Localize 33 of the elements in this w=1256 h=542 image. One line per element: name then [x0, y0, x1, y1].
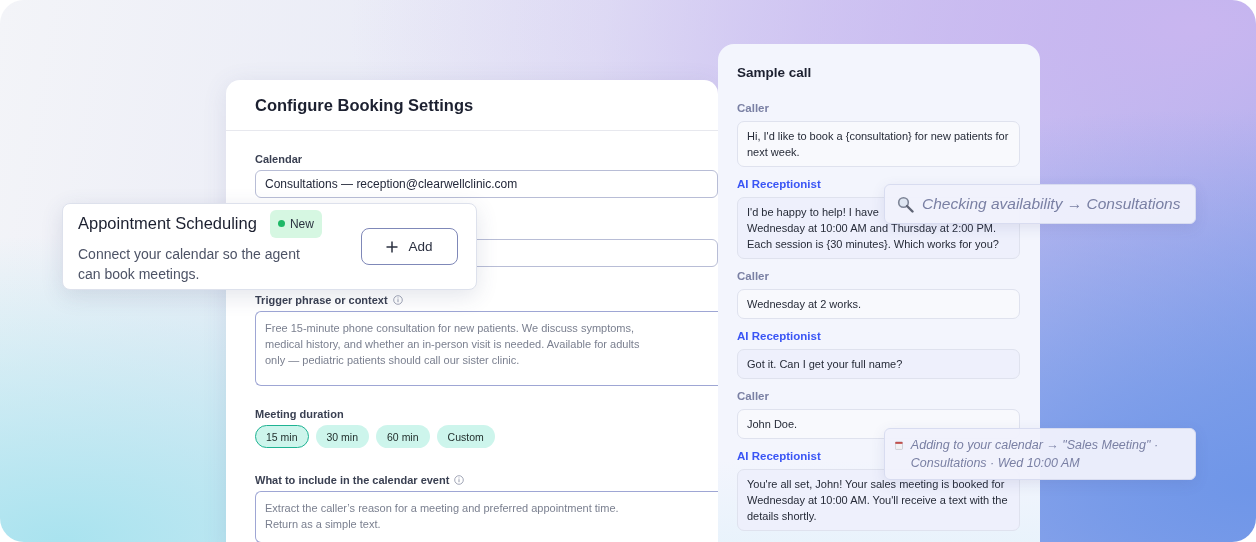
event-details-field[interactable]: Extract the caller’s reason for a meeting and preferred appointment time. Return as a simple text.	[255, 491, 718, 542]
message-bubble: Hi, I'd like to book a {consultation} for new patients for next week.	[737, 121, 1020, 167]
new-badge: New	[269, 209, 322, 238]
duration-chip[interactable]: 60 min	[376, 425, 430, 448]
calendar-icon	[895, 439, 903, 452]
speaker-label: Caller	[737, 102, 769, 114]
add-button[interactable]: Add	[361, 228, 458, 265]
tool-event-text: Adding to your calendar → "Sales Meeting" · Consultations · Wed 10:00 AM	[910, 437, 1160, 472]
field-label: Trigger phrase or context	[255, 294, 388, 306]
card-description: Connect your calendar so the agent can book meetings.	[78, 244, 301, 284]
info-icon	[454, 475, 465, 485]
duration-chip[interactable]: 15 min	[255, 425, 309, 448]
message-bubble: You're all set, John! Your sales meeting is booked for Wednesday at 10:00 AM. You'll receive a text with the details shortly.	[737, 469, 1020, 531]
message-bubble: Wednesday at 2 works.	[737, 289, 1020, 319]
field-label: What to include in the calendar event	[255, 474, 450, 486]
duration-chip[interactable]: Custom	[436, 425, 495, 448]
speaker-label: AI Receptionist	[737, 450, 821, 462]
speaker-label: Caller	[737, 270, 769, 282]
trigger-field[interactable]: Free 15-minute phone consultation for new patients. We discuss symptoms, medical history, and whether an in-person visit is needed. Available for adults only — pediatric patients should call our sister clinic.	[255, 311, 718, 386]
field-label: Meeting duration	[255, 408, 344, 420]
duration-chip[interactable]: 30 min	[315, 425, 370, 448]
info-icon	[392, 295, 403, 305]
message-bubble: Got it. Can I get your full name?	[737, 349, 1020, 379]
speaker-label: AI Receptionist	[737, 178, 821, 190]
calendar-field[interactable]: Consultations — reception@clearwellclinic.com	[255, 170, 718, 198]
card-title: Appointment Scheduling	[78, 214, 257, 233]
magnifier-icon	[897, 195, 914, 213]
plus-icon	[386, 240, 399, 253]
speaker-label: Caller	[737, 390, 769, 402]
panel-title: Configure Booking Settings	[255, 95, 474, 115]
field-label: Calendar	[255, 153, 303, 165]
panel-title: Sample call	[737, 65, 813, 80]
speaker-label: AI Receptionist	[737, 330, 821, 342]
